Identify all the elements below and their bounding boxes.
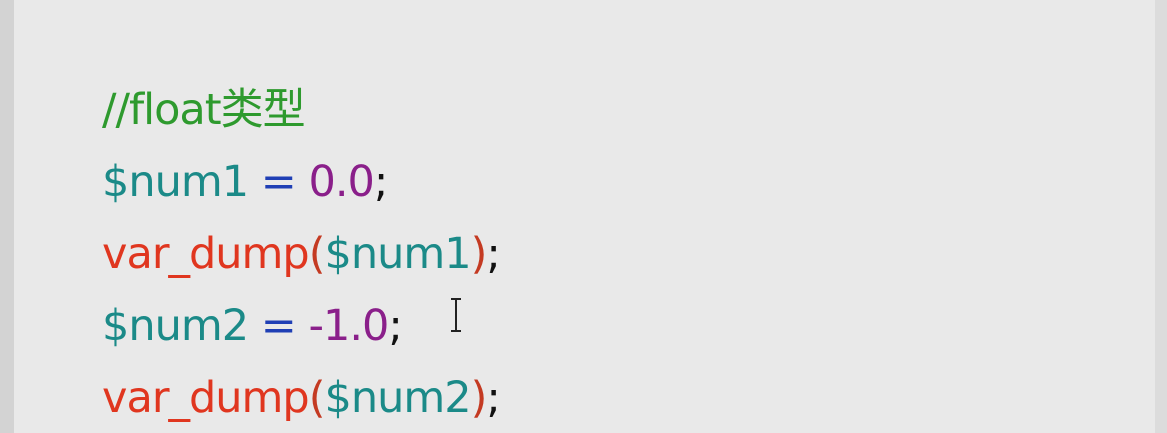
variable-token: $num2 [324,373,472,423]
variable-token: $num1 [324,229,472,279]
function-token: var_dump [102,229,310,279]
function-token: var_dump [102,373,310,423]
number-token: 0.0 [308,157,375,207]
paren-close-token: ) [470,229,488,279]
code-editor[interactable]: //float类型 $num1 = 0.0; var_dump($num1); … [0,0,1167,433]
code-line-1[interactable]: //float类型 [26,2,1153,135]
operator-token: = [248,301,309,351]
variable-token: $num1 [102,157,249,207]
editor-right-edge [1155,0,1167,433]
editor-gutter [0,0,14,433]
variable-token: $num2 [102,301,249,351]
comment-token: //float类型 [102,85,306,135]
semicolon-token: ; [486,373,500,423]
paren-open-token: ( [308,373,326,423]
paren-open-token: ( [308,229,326,279]
paren-close-token: ) [470,373,488,423]
semicolon-token: ; [373,157,388,207]
semicolon-token: ; [486,229,500,279]
code-area[interactable]: //float类型 $num1 = 0.0; var_dump($num1); … [26,0,1153,423]
number-token: -1.0 [308,301,390,351]
operator-token: = [248,157,309,207]
semicolon-token: ; [388,301,402,351]
